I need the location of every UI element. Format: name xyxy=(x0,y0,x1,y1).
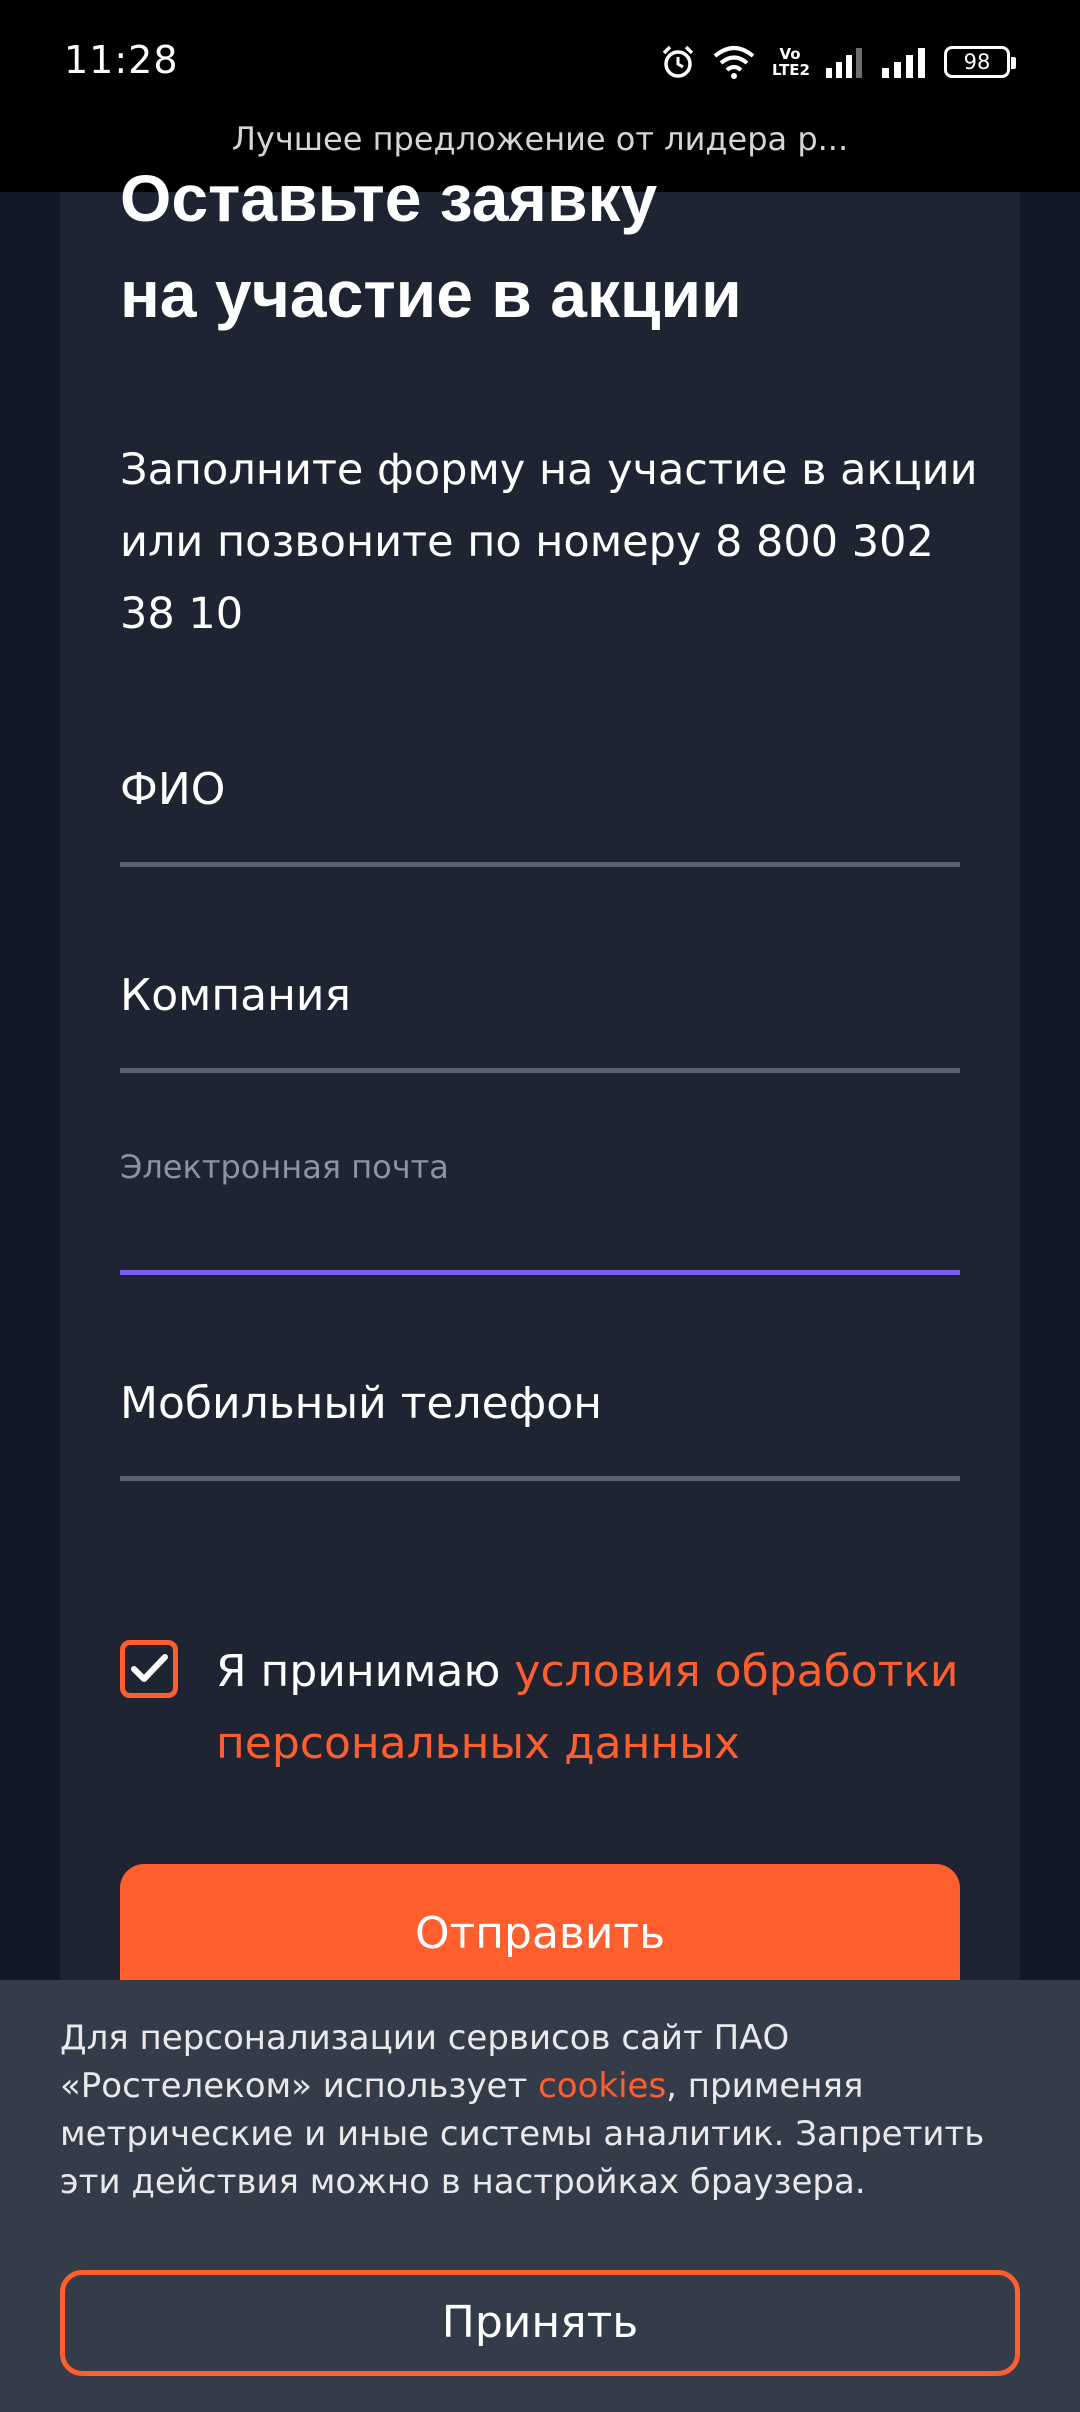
name-field-underline xyxy=(120,862,960,867)
email-field-label: Электронная почта xyxy=(120,1148,449,1186)
wifi-icon xyxy=(712,44,756,80)
form-heading: Оставьте заявку на участие в акции xyxy=(120,150,980,342)
name-field-label: ФИО xyxy=(120,764,226,815)
cookie-text: Для персонализации сервисов сайт ПАО «Ро… xyxy=(60,2014,1020,2206)
volte-icon: Vo LTE2 xyxy=(772,45,810,79)
form-intro: Заполните форму на участие в акции или п… xyxy=(120,445,978,639)
phone-field-underline xyxy=(120,1476,960,1481)
heading-line-1: Оставьте заявку xyxy=(120,161,658,235)
name-field[interactable]: ФИО xyxy=(120,764,960,870)
status-time: 11:28 xyxy=(64,38,179,82)
accept-cookies-button[interactable]: Принять xyxy=(60,2270,1020,2376)
alarm-icon xyxy=(660,44,696,80)
cookies-link[interactable]: cookies xyxy=(538,2066,666,2106)
phone-field[interactable]: Мобильный телефон xyxy=(120,1378,960,1484)
company-field-underline xyxy=(120,1068,960,1073)
consent-text: Я принимаю условия обработки персональны… xyxy=(216,1636,996,1780)
battery-icon: 98 xyxy=(944,46,1016,78)
signal-icon xyxy=(824,46,864,78)
heading-line-2: на участие в акции xyxy=(120,257,742,331)
company-field-label: Компания xyxy=(120,970,351,1021)
email-field[interactable]: Электронная почта xyxy=(120,1148,960,1278)
company-field[interactable]: Компания xyxy=(120,970,960,1076)
signal-icon xyxy=(880,46,928,78)
email-field-underline xyxy=(120,1270,960,1275)
consent-prefix: Я принимаю xyxy=(216,1646,515,1697)
phone-field-label: Мобильный телефон xyxy=(120,1378,602,1429)
cookie-banner: Для персонализации сервисов сайт ПАО «Ро… xyxy=(0,1980,1080,2412)
check-icon xyxy=(131,1654,168,1682)
status-icons: Vo LTE2 98 xyxy=(660,40,1016,84)
consent-checkbox[interactable] xyxy=(120,1640,178,1698)
battery-level: 98 xyxy=(963,50,991,74)
